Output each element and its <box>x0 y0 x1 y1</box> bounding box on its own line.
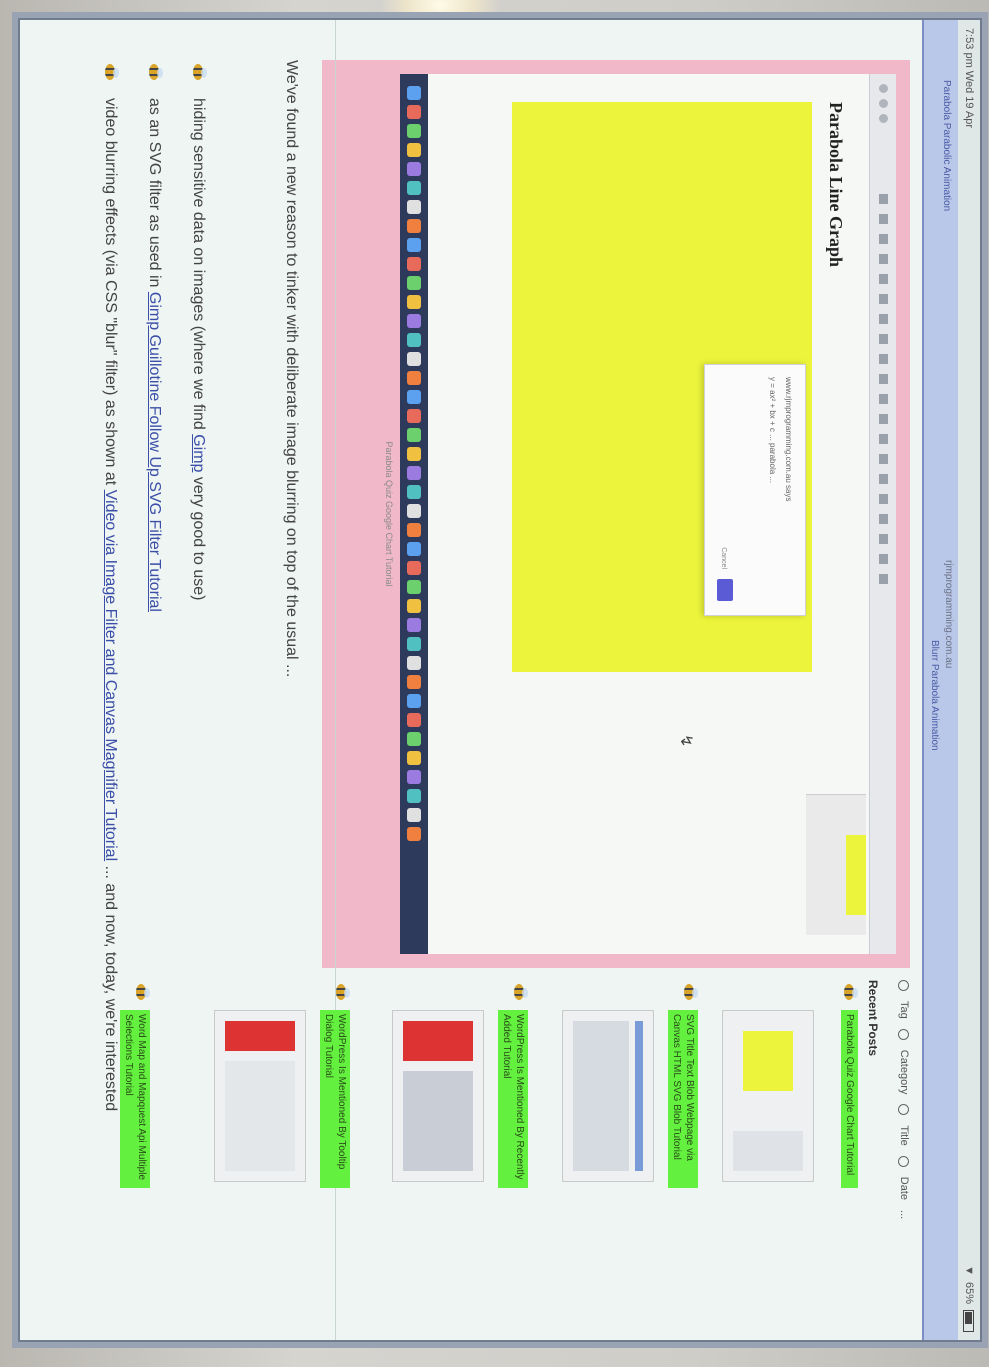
window-dots <box>879 84 888 123</box>
tab-left[interactable]: Parabola Parabolic Animation <box>941 80 952 211</box>
mouse-cursor-icon: ↯ <box>677 734 694 748</box>
option-date[interactable]: Date <box>898 1177 910 1200</box>
radio-icon[interactable] <box>898 980 910 991</box>
tab-right[interactable]: Blurr Parabola Animation <box>929 640 940 751</box>
post-thumbnail[interactable] <box>214 1010 306 1182</box>
screenshot-toolbar <box>869 74 896 954</box>
gimp-link[interactable]: Gimp <box>190 434 207 472</box>
bee-icon <box>132 980 150 1006</box>
screenshot-side-strip <box>806 794 866 935</box>
sidebar: Tag Category Title Date ... Recent Posts… <box>30 980 910 1320</box>
figure-caption: Parabola Quiz Google Chart Tutorial <box>384 441 394 587</box>
dialog-ok <box>717 579 733 601</box>
post-title[interactable]: Parabola Quiz Google Chart Tutorial <box>841 1010 858 1188</box>
article-figure[interactable]: Parabola Line Graph www.rjmprogramming.c… <box>322 60 910 968</box>
status-bar: 7:53 pm Wed 19 Apr ▼ 65% <box>958 20 980 1340</box>
browser-address-bar[interactable]: Parabola Parabolic Animation rjmprogramm… <box>922 20 958 1340</box>
tablet-screen: 7:53 pm Wed 19 Apr ▼ 65% Parabola Parabo… <box>18 18 982 1342</box>
embedded-screenshot[interactable]: Parabola Line Graph www.rjmprogramming.c… <box>400 74 896 954</box>
bullet-text: as an SVG filter as used in Gimp Guillot… <box>146 98 163 612</box>
bullet-text: video blurring effects (via CSS "blur" f… <box>102 98 119 1112</box>
toolbar-icons <box>879 194 888 584</box>
recent-posts-heading: Recent Posts <box>866 980 880 1057</box>
status-right: ▼ 65% <box>963 1265 975 1332</box>
battery-icon <box>963 1310 975 1332</box>
bullet-text: hiding sensitive data on images (where w… <box>190 98 207 601</box>
radio-icon[interactable] <box>898 1104 910 1116</box>
alert-dialog: www.rjmprogramming.com.au says y = ax² +… <box>704 364 806 616</box>
video-filter-tutorial-link[interactable]: Video via Image Filter and Canvas Magnif… <box>102 490 119 861</box>
option-title[interactable]: Title <box>898 1125 910 1145</box>
option-category[interactable]: Category <box>898 1050 910 1095</box>
dialog-cancel: Cancel <box>720 547 727 569</box>
sort-options: Tag Category Title Date ... <box>898 980 910 1219</box>
screenshot-heading: Parabola Line Graph <box>826 102 846 268</box>
dialog-line-1: www.rjmprogramming.com.au says <box>784 377 793 502</box>
post-thumbnail[interactable] <box>562 1010 654 1182</box>
post-title[interactable]: WordPress Is Mentioned By Tooltip Dialog… <box>320 1010 350 1188</box>
bee-icon <box>189 60 207 86</box>
bee-icon <box>101 60 119 86</box>
post-thumbnail[interactable] <box>722 1010 814 1182</box>
post-thumbnail[interactable] <box>392 1010 484 1182</box>
svg-filter-tutorial-link[interactable]: Gimp Guillotine Follow Up SVG Filter Tut… <box>146 292 163 612</box>
battery-percent: 65% <box>963 1281 975 1304</box>
option-more[interactable]: ... <box>898 1210 910 1219</box>
bee-icon <box>510 980 528 1006</box>
radio-icon[interactable] <box>898 1028 910 1040</box>
bee-icon <box>332 980 350 1006</box>
article-intro: We've found a new reason to tinker with … <box>283 60 300 678</box>
screenshot-dock <box>400 74 428 954</box>
url-field[interactable]: rjmprogramming.com.au <box>943 560 954 668</box>
rotated-webpage: 7:53 pm Wed 19 Apr ▼ 65% Parabola Parabo… <box>20 20 980 1340</box>
option-tag[interactable]: Tag <box>898 1001 910 1019</box>
wifi-icon: ▼ <box>963 1265 975 1276</box>
bee-icon <box>145 60 163 86</box>
post-title[interactable]: SVG Title Text Blob Webpage via Canvas H… <box>668 1010 698 1188</box>
status-time: 7:53 pm Wed 19 Apr <box>963 28 975 129</box>
post-title[interactable]: Word Map and Mapquest Api Multiple Selec… <box>120 1010 150 1188</box>
radio-icon[interactable] <box>898 1155 910 1167</box>
post-title[interactable]: WordPress Is Mentioned By Recently Added… <box>498 1010 528 1188</box>
bee-icon <box>840 980 858 1006</box>
bee-icon <box>680 980 698 1006</box>
dialog-line-2: y = ax² + bx + c ... parabola ... <box>768 377 777 484</box>
